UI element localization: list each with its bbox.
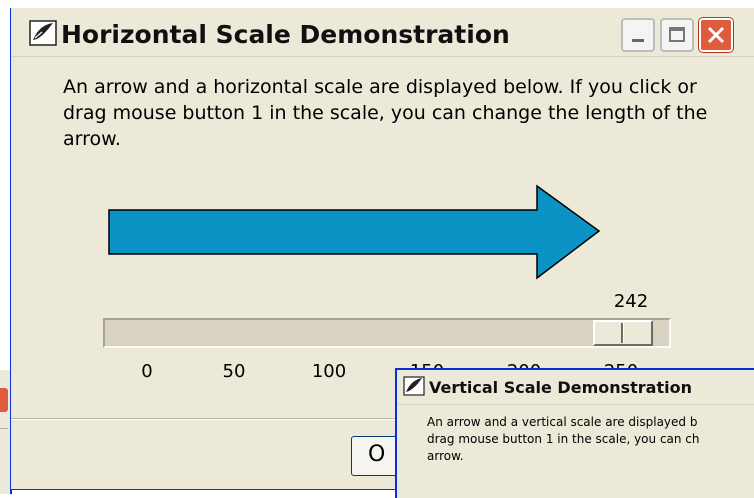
minimize-button[interactable] [621, 18, 655, 52]
divider [0, 428, 8, 429]
maximize-button[interactable] [660, 18, 694, 52]
slider-grip [621, 323, 624, 343]
scale-tick-label: 100 [311, 361, 347, 382]
close-button[interactable] [699, 18, 733, 52]
description-text: An arrow and a vertical scale are displa… [427, 415, 700, 463]
close-button[interactable] [0, 388, 8, 412]
title-bar[interactable]: Horizontal Scale Demonstration [11, 8, 754, 57]
window-title: Vertical Scale Demonstration [429, 378, 692, 397]
tk-feather-icon [29, 20, 57, 46]
horizontal-scale[interactable] [103, 318, 671, 348]
description-text: An arrow and a horizontal scale are disp… [63, 76, 708, 150]
window-title: Horizontal Scale Demonstration [61, 20, 510, 49]
scale-slider-handle[interactable] [593, 320, 653, 346]
scale-value: 242 [613, 291, 649, 312]
vertical-scale-window: Vertical Scale Demonstration An arrow an… [395, 368, 754, 498]
scale-tick-label: 50 [222, 361, 246, 382]
arrow-canvas [107, 184, 607, 284]
scale-tick-label: 0 [141, 361, 153, 382]
title-bar[interactable]: Vertical Scale Demonstration [397, 370, 754, 405]
tk-feather-icon [403, 376, 425, 396]
arrow-shape [108, 184, 601, 280]
